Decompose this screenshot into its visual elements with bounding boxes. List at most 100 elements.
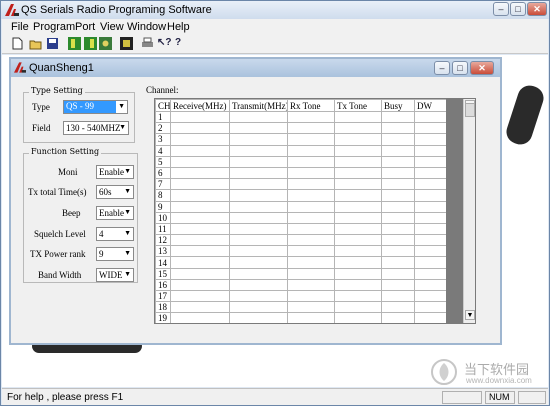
table-cell[interactable] (414, 133, 447, 146)
table-row[interactable]: 2 (155, 122, 447, 135)
table-cell[interactable] (414, 166, 447, 180)
table-cell[interactable] (414, 155, 447, 168)
scroll-thumb[interactable] (465, 103, 475, 117)
table-cell[interactable] (170, 133, 230, 146)
channel-number-cell[interactable]: 5 (155, 155, 171, 168)
table-cell[interactable] (414, 222, 447, 236)
table-cell[interactable] (334, 178, 382, 191)
table-cell[interactable] (170, 166, 230, 180)
column-header[interactable]: Transmit(MHz) (229, 99, 288, 112)
table-cell[interactable] (414, 200, 447, 213)
menu-view[interactable]: View (100, 21, 124, 33)
table-cell[interactable] (414, 234, 447, 247)
table-cell[interactable] (287, 289, 335, 303)
table-cell[interactable] (381, 122, 415, 135)
channel-number-cell[interactable]: 14 (155, 256, 171, 269)
table-cell[interactable] (229, 200, 288, 213)
table-cell[interactable] (334, 234, 382, 247)
table-cell[interactable] (414, 211, 447, 224)
print-icon[interactable] (141, 37, 154, 50)
table-cell[interactable] (381, 178, 415, 191)
table-cell[interactable] (287, 278, 335, 292)
child-minimize-button[interactable]: – (434, 61, 450, 75)
table-cell[interactable] (334, 200, 382, 213)
table-row[interactable]: 5 (155, 155, 447, 168)
table-cell[interactable] (170, 312, 230, 323)
menu-program[interactable]: Program (33, 21, 75, 33)
table-row[interactable]: 17 (155, 289, 447, 303)
table-cell[interactable] (170, 267, 230, 280)
minimize-button[interactable]: – (493, 2, 509, 16)
table-cell[interactable] (414, 178, 447, 191)
channel-number-cell[interactable]: 10 (155, 211, 171, 224)
table-cell[interactable] (414, 301, 447, 314)
channel-number-cell[interactable]: 1 (155, 110, 171, 124)
channel-number-cell[interactable]: 4 (155, 144, 171, 157)
table-cell[interactable] (414, 189, 447, 202)
channel-number-cell[interactable]: 6 (155, 166, 171, 180)
channel-number-cell[interactable]: 3 (155, 133, 171, 146)
context-help-icon[interactable]: ↖? (157, 37, 172, 50)
table-cell[interactable] (381, 144, 415, 157)
field-select[interactable]: 130 - 540MHZ ▼ (63, 121, 129, 135)
table-row[interactable]: 18 (155, 301, 447, 314)
table-cell[interactable] (287, 178, 335, 191)
squelch-level-select[interactable]: 4 ▼ (96, 227, 134, 241)
table-row[interactable]: 8 (155, 189, 447, 202)
column-header[interactable]: Receive(MHz) (170, 99, 230, 112)
table-cell[interactable] (381, 133, 415, 146)
table-cell[interactable] (287, 144, 335, 157)
table-cell[interactable] (170, 222, 230, 236)
channel-number-cell[interactable]: 16 (155, 278, 171, 292)
table-cell[interactable] (170, 178, 230, 191)
table-cell[interactable] (170, 234, 230, 247)
table-cell[interactable] (414, 245, 447, 258)
table-cell[interactable] (414, 289, 447, 303)
table-cell[interactable] (381, 267, 415, 280)
channel-number-cell[interactable]: 8 (155, 189, 171, 202)
table-cell[interactable] (229, 234, 288, 247)
table-cell[interactable] (229, 267, 288, 280)
menu-window[interactable]: Window (127, 21, 166, 33)
channel-number-cell[interactable]: 11 (155, 222, 171, 236)
table-row[interactable]: 19 (155, 312, 447, 323)
port-icon[interactable] (120, 37, 133, 50)
channel-number-cell[interactable]: 9 (155, 200, 171, 213)
table-cell[interactable] (381, 234, 415, 247)
table-cell[interactable] (334, 133, 382, 146)
table-cell[interactable] (334, 267, 382, 280)
table-cell[interactable] (229, 211, 288, 224)
tx-total-time-select[interactable]: 60s ▼ (96, 185, 134, 199)
menu-help[interactable]: Help (167, 21, 190, 33)
table-cell[interactable] (334, 155, 382, 168)
table-cell[interactable] (414, 278, 447, 292)
table-row[interactable]: 13 (155, 245, 447, 258)
column-header[interactable]: Busy (381, 99, 415, 112)
menu-file[interactable]: File (11, 21, 29, 33)
table-cell[interactable] (287, 155, 335, 168)
table-cell[interactable] (414, 144, 447, 157)
table-cell[interactable] (170, 256, 230, 269)
table-cell[interactable] (229, 122, 288, 135)
table-cell[interactable] (170, 200, 230, 213)
table-cell[interactable] (381, 200, 415, 213)
table-row[interactable]: 14 (155, 256, 447, 269)
table-cell[interactable] (229, 278, 288, 292)
table-cell[interactable] (381, 312, 415, 323)
column-header[interactable]: Rx Tone (287, 99, 335, 112)
band-width-select[interactable]: WIDE ▼ (96, 268, 134, 282)
table-cell[interactable] (170, 122, 230, 135)
program-icon[interactable] (99, 37, 112, 50)
table-cell[interactable] (381, 301, 415, 314)
about-icon[interactable]: ? (175, 37, 188, 50)
table-cell[interactable] (229, 155, 288, 168)
column-header[interactable]: DW (414, 99, 447, 112)
table-cell[interactable] (229, 256, 288, 269)
table-cell[interactable] (287, 211, 335, 224)
table-cell[interactable] (381, 189, 415, 202)
channel-number-cell[interactable]: 18 (155, 301, 171, 314)
table-cell[interactable] (229, 312, 288, 323)
table-row[interactable]: 12 (155, 234, 447, 247)
channel-number-cell[interactable]: 13 (155, 245, 171, 258)
table-cell[interactable] (287, 200, 335, 213)
